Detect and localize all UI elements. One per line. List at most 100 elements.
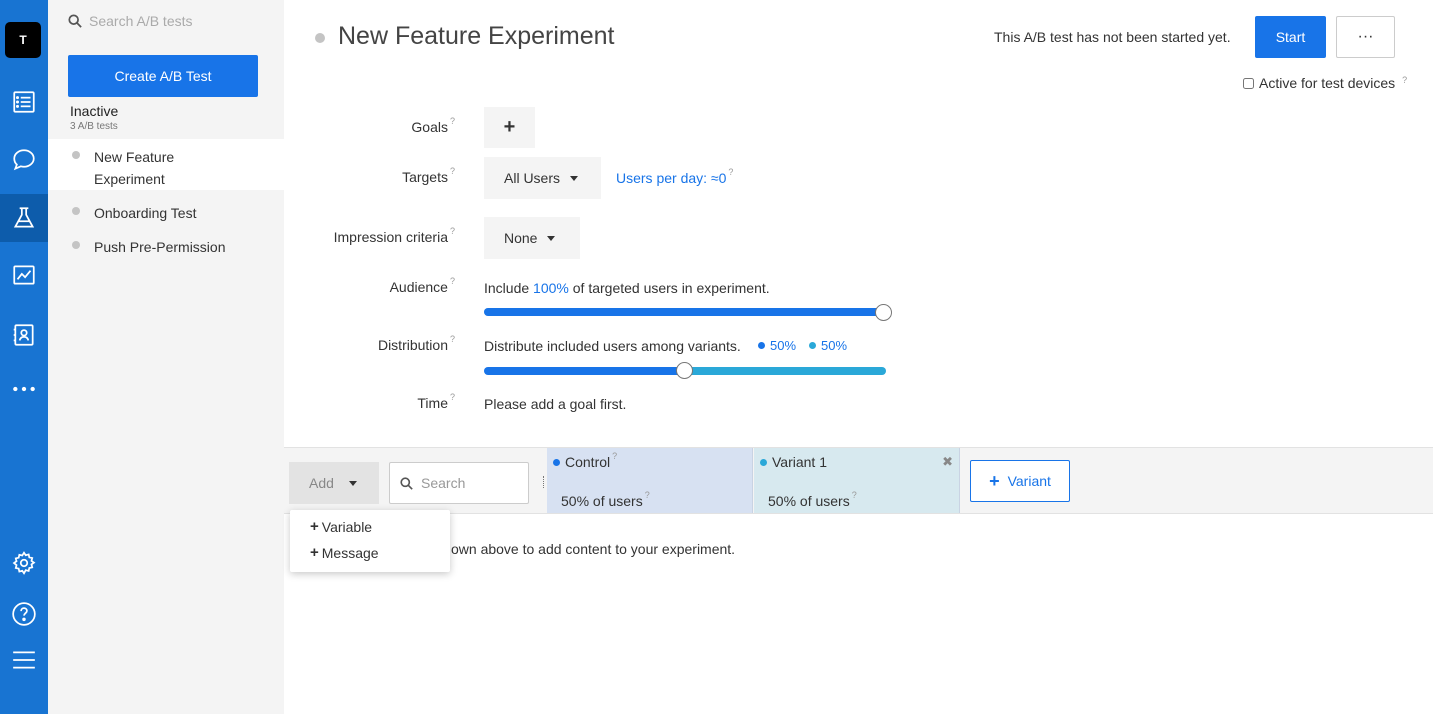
help-icon[interactable]	[0, 590, 48, 638]
chart-line-icon[interactable]	[0, 251, 48, 299]
workspace-logo[interactable]: T	[5, 22, 41, 58]
status-dot	[72, 207, 80, 215]
variable-search-input[interactable]	[421, 475, 521, 491]
create-ab-test-button[interactable]: Create A/B Test	[68, 55, 258, 97]
targets-dropdown[interactable]: All Users	[484, 157, 601, 199]
page-title: New Feature Experiment	[338, 22, 615, 50]
add-variant-button[interactable]: + Variant	[970, 460, 1070, 502]
plus-icon: +	[310, 544, 319, 561]
sidebar-test-push-pre-permission[interactable]: Push Pre-Permission	[48, 229, 284, 261]
test-status-text: This A/B test has not been started yet.	[994, 29, 1231, 45]
menu-icon[interactable]	[0, 636, 48, 684]
audience-percent[interactable]: 100%	[533, 280, 569, 296]
variant-column-variant-1[interactable]: Variant 1 ✖ 50% of users?	[754, 448, 960, 513]
remove-variant-icon[interactable]: ✖	[942, 454, 953, 470]
goals-label: Goals?	[411, 116, 455, 135]
variant-color-dot	[760, 459, 767, 466]
menu-item-label: Variable	[321, 518, 373, 535]
control-color-dot	[758, 342, 765, 349]
contact-card-icon[interactable]	[0, 311, 48, 359]
test-status-dot	[315, 33, 325, 43]
add-goal-button[interactable]: +	[484, 107, 535, 148]
column-resize-handle[interactable]	[543, 476, 545, 488]
variant-color-dot	[809, 342, 816, 349]
status-dot	[72, 241, 80, 249]
add-label: Add	[309, 475, 334, 491]
impression-criteria-value: None	[504, 230, 538, 246]
group-title: Inactive	[70, 103, 119, 119]
help-marker[interactable]: ?	[612, 451, 617, 461]
impression-criteria-label: Impression criteria?	[333, 226, 455, 245]
ab-test-sidebar: Create A/B Test Inactive 3 A/B tests New…	[48, 0, 284, 714]
menu-item-variable[interactable]: + Variable	[310, 518, 372, 535]
variable-search	[389, 462, 529, 504]
targets-value: All Users	[504, 170, 561, 186]
menu-item-message[interactable]: + Message	[310, 544, 379, 561]
time-description: Please add a goal first.	[484, 396, 627, 412]
plus-icon: +	[989, 470, 1000, 491]
more-dots-icon[interactable]	[0, 365, 48, 413]
variant-name: Variant 1	[772, 454, 827, 470]
add-content-menu: + Variable + Message	[290, 510, 450, 572]
test-label: Onboarding Test	[94, 205, 197, 221]
distribution-slider-handle[interactable]	[676, 362, 693, 379]
active-test-devices-label: Active for test devices	[1259, 75, 1396, 91]
distribution-variant-share: 50%	[809, 338, 847, 353]
active-test-devices-toggle[interactable]: Active for test devices?	[1243, 75, 1407, 91]
variant-users: 50% of users?	[768, 490, 857, 509]
left-rail: T	[0, 0, 48, 714]
sidebar-search	[68, 13, 279, 29]
caret-down-icon	[547, 235, 556, 241]
distribution-slider-variant[interactable]	[685, 367, 886, 375]
help-marker[interactable]: ?	[450, 116, 455, 126]
empty-state-helper-text: own above to add content to your experim…	[451, 541, 736, 557]
help-marker[interactable]: ?	[852, 490, 857, 500]
menu-item-label: Message	[321, 544, 379, 561]
variant-name: Control?	[565, 451, 618, 470]
caret-down-icon	[348, 480, 357, 486]
variant-column-control[interactable]: Control? 50% of users?	[547, 448, 753, 513]
audience-slider-fill	[484, 308, 884, 316]
flask-icon[interactable]	[0, 194, 48, 242]
caret-down-icon	[570, 175, 579, 181]
search-icon	[400, 476, 413, 490]
audience-description: Include 100% of targeted users in experi…	[484, 280, 770, 296]
add-variant-label: Variant	[1007, 473, 1051, 489]
help-marker[interactable]: ?	[1402, 75, 1407, 85]
sidebar-test-onboarding[interactable]: Onboarding Test	[48, 195, 284, 227]
distribution-description: Distribute included users among variants…	[484, 338, 741, 354]
help-marker[interactable]: ?	[450, 334, 455, 344]
active-test-devices-checkbox[interactable]	[1243, 77, 1254, 89]
distribution-control-share: 50%	[758, 338, 796, 353]
time-label: Time?	[417, 392, 455, 411]
help-marker[interactable]: ?	[450, 226, 455, 236]
targets-label: Targets?	[402, 166, 455, 185]
gear-icon[interactable]	[0, 539, 48, 587]
distribution-slider-control[interactable]	[484, 367, 685, 375]
help-marker[interactable]: ?	[728, 167, 733, 177]
distribution-label: Distribution?	[377, 334, 455, 353]
help-marker[interactable]: ?	[645, 490, 650, 500]
plus-icon: +	[310, 518, 319, 535]
start-button[interactable]: Start	[1255, 16, 1326, 58]
search-icon	[68, 14, 82, 28]
users-per-day-link[interactable]: Users per day: ≈0?	[616, 167, 733, 186]
audience-slider-handle[interactable]	[875, 304, 892, 321]
chat-bubble-icon[interactable]	[0, 136, 48, 184]
help-marker[interactable]: ?	[450, 276, 455, 286]
more-options-button[interactable]: ···	[1336, 16, 1395, 58]
group-count: 3 A/B tests	[70, 121, 118, 132]
audience-label: Audience?	[389, 276, 455, 295]
variant-users: 50% of users?	[561, 490, 650, 509]
add-content-dropdown[interactable]: Add	[289, 462, 379, 504]
control-color-dot	[553, 459, 560, 466]
test-label: Push Pre-Permission	[94, 239, 226, 255]
test-label: New Feature Experiment	[94, 149, 175, 187]
status-dot	[72, 151, 80, 159]
help-marker[interactable]: ?	[450, 392, 455, 402]
help-marker[interactable]: ?	[450, 166, 455, 176]
sidebar-test-new-feature[interactable]: New Feature Experiment	[48, 139, 284, 190]
impression-criteria-dropdown[interactable]: None	[484, 217, 580, 259]
search-ab-tests-input[interactable]	[89, 13, 279, 29]
list-icon[interactable]	[0, 78, 48, 126]
